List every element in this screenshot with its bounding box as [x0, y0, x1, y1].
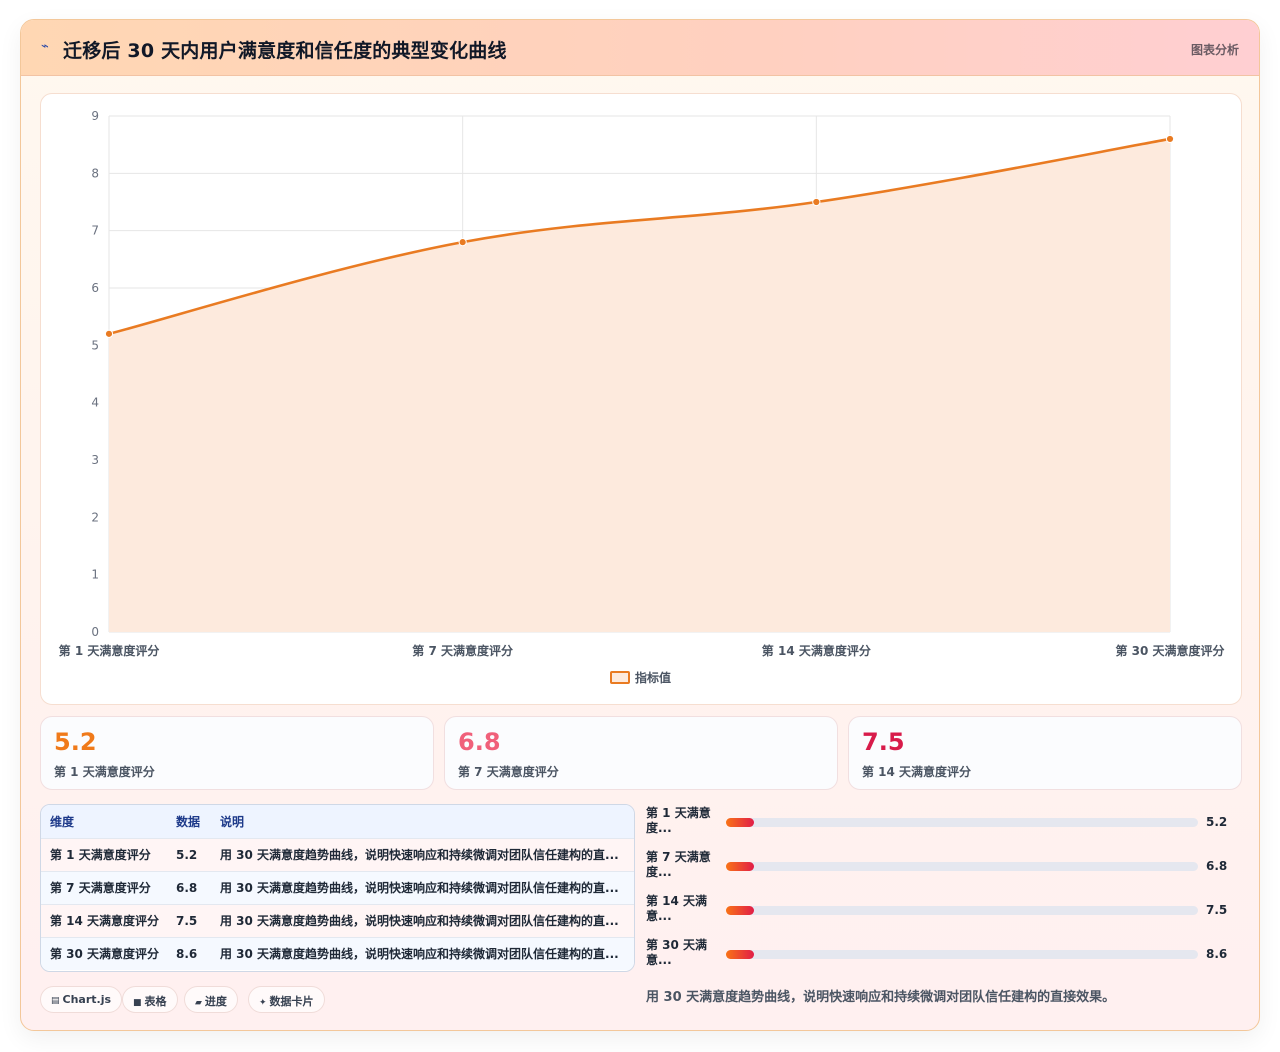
y-tick-label: 9 — [91, 109, 99, 123]
x-tick-label: 第 1 天满意度评分 — [59, 643, 160, 658]
stat-value: 5.2 — [54, 728, 97, 756]
y-tick-label: 4 — [91, 396, 99, 410]
progress-label: 第 14 天满 意... — [646, 894, 708, 923]
table-cell-value: 7.5 — [176, 913, 198, 928]
card-header: ⌁ 迁移后 30 天内用户满意度和信任度的典型变化曲线 图表分析 — [21, 20, 1259, 76]
progress-value: 8.6 — [1206, 947, 1228, 961]
progress-fill — [726, 862, 755, 871]
column-header-description: 说明 — [220, 814, 245, 829]
table-row: 第 1 天满意度评分 5.2 用 30 天满意度趋势曲线，说明快速响应和持续微调… — [41, 838, 634, 871]
chip-progress[interactable]: ▰ 进度 — [184, 986, 238, 1013]
sparkle-icon: ✦ — [259, 998, 267, 1008]
table-cell-value: 5.2 — [176, 847, 198, 862]
stat-card-day7: 6.8 第 7 天满意度评分 — [444, 716, 838, 790]
progress-value: 6.8 — [1206, 859, 1228, 873]
progress-fill — [726, 906, 755, 915]
data-point — [458, 238, 467, 247]
stat-label: 第 1 天满意度评分 — [54, 765, 155, 779]
table-row: 第 14 天满意度评分 7.5 用 30 天满意度趋势曲线，说明快速响应和持续微… — [41, 904, 634, 937]
progress-value: 7.5 — [1206, 903, 1228, 917]
y-tick-label: 5 — [91, 338, 99, 352]
summary-text: 用 30 天满意度趋势曲线，说明快速响应和持续微调对团队信任建构的直接效果。 — [646, 990, 1116, 1005]
progress-value: 5.2 — [1206, 815, 1228, 829]
chip-chartjs[interactable]: ▤ Chart.js — [40, 986, 123, 1013]
page-title: 迁移后 30 天内用户满意度和信任度的典型变化曲线 — [63, 40, 507, 62]
table-cell-description: 用 30 天满意度趋势曲线，说明快速响应和持续微调对团队信任建构的直... — [220, 881, 619, 895]
y-tick-label: 0 — [91, 625, 99, 639]
y-tick-label: 3 — [91, 453, 99, 467]
table-cell-dimension: 第 14 天满意度评分 — [50, 914, 160, 928]
progress-label: 第 7 天满意 度... — [646, 850, 711, 879]
progress-row: 第 14 天满 意... 7.5 — [646, 894, 1236, 930]
y-tick-label: 2 — [91, 510, 99, 524]
y-tick-label: 8 — [91, 166, 99, 180]
x-tick-label: 第 14 天满意度评分 — [762, 643, 871, 658]
y-tick-label: 7 — [91, 224, 99, 238]
table-icon: ■ — [133, 998, 142, 1008]
table-cell-dimension: 第 1 天满意度评分 — [50, 848, 151, 862]
y-tick-label: 1 — [91, 568, 99, 582]
table-header-row: 维度 数据 说明 — [41, 805, 634, 838]
table-cell-description: 用 30 天满意度趋势曲线，说明快速响应和持续微调对团队信任建构的直... — [220, 914, 619, 928]
progress-label: 第 30 天满 意... — [646, 938, 708, 967]
table-cell-value: 6.8 — [176, 880, 198, 895]
x-tick-label: 第 7 天满意度评分 — [412, 643, 513, 658]
progress-icon: ▰ — [195, 998, 202, 1008]
stat-label: 第 7 天满意度评分 — [458, 765, 559, 779]
progress-track — [726, 862, 1198, 871]
progress-row: 第 1 天满意 度... 5.2 — [646, 806, 1236, 842]
column-header-dimension: 维度 — [50, 814, 75, 829]
data-point — [1165, 134, 1175, 144]
chip-data-card[interactable]: ✦ 数据卡片 — [248, 986, 325, 1013]
y-tick-label: 6 — [91, 281, 99, 295]
progress-track — [726, 818, 1198, 827]
chart-card: ⌁ 迁移后 30 天内用户满意度和信任度的典型变化曲线 图表分析 0 1 2 3 4 5 6… — [20, 19, 1260, 1031]
stat-card-day1: 5.2 第 1 天满意度评分 — [40, 716, 434, 790]
column-header-data: 数据 — [176, 814, 201, 829]
progress-label: 第 1 天满意 度... — [646, 806, 711, 835]
stat-label: 第 14 天满意度评分 — [862, 765, 972, 779]
trend-line-icon: ⌁ — [41, 39, 49, 54]
data-table: 维度 数据 说明 第 1 天满意度评分 5.2 用 30 天满意度趋势曲线，说明… — [40, 804, 635, 972]
table-cell-description: 用 30 天满意度趋势曲线，说明快速响应和持续微调对团队信任建构的直... — [220, 848, 619, 862]
progress-track — [726, 906, 1198, 915]
data-point — [812, 197, 821, 207]
chip-table[interactable]: ■ 表格 — [122, 986, 178, 1013]
stat-value: 6.8 — [458, 728, 501, 756]
data-point — [104, 329, 114, 338]
progress-row: 第 30 天满 意... 8.6 — [646, 938, 1236, 974]
table-cell-value: 8.6 — [176, 946, 198, 961]
series-area — [109, 138, 1170, 632]
progress-fill — [726, 818, 755, 827]
legend-label: 指标值 — [635, 670, 671, 685]
progress-row: 第 7 天满意 度... 6.8 — [646, 850, 1236, 886]
x-tick-label: 第 30 天满意度评分 — [1115, 643, 1224, 658]
table-cell-description: 用 30 天满意度趋势曲线，说明快速响应和持续微调对团队信任建构的直... — [220, 947, 619, 962]
progress-track — [726, 950, 1198, 959]
line-area-chart: 0 1 2 3 4 5 6 7 8 9 第 1 天满意度评分 第 7 天满意度评分 第 14 天满意度评… — [59, 109, 1225, 685]
progress-fill — [726, 950, 755, 959]
chart-panel: 0 1 2 3 4 5 6 7 8 9 第 1 天满意度评分 第 7 天满意度评分 第 14 天满意度评… — [40, 93, 1242, 705]
table-cell-dimension: 第 7 天满意度评分 — [50, 881, 151, 895]
stat-value: 7.5 — [862, 728, 905, 756]
table-cell-dimension: 第 30 天满意度评分 — [50, 947, 160, 962]
table-row: 第 30 天满意度评分 8.6 用 30 天满意度趋势曲线，说明快速响应和持续微… — [41, 937, 634, 970]
legend-swatch — [610, 671, 630, 684]
stat-card-day14: 7.5 第 14 天满意度评分 — [848, 716, 1242, 790]
table-row: 第 7 天满意度评分 6.8 用 30 天满意度趋势曲线，说明快速响应和持续微调… — [41, 871, 634, 904]
chart-analysis-link[interactable]: 图表分析 — [1191, 41, 1239, 58]
chart-icon: ▤ — [51, 996, 60, 1006]
